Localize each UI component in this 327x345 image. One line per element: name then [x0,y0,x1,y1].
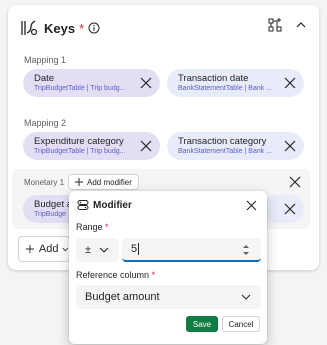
mapping-1-left-pill[interactable]: Date TripBudgetTable | Trip budg... [23,69,160,97]
remove-icon[interactable] [283,202,297,216]
add-key-icon[interactable] [267,17,283,33]
plus-icon [75,178,83,186]
modifier-header: Modifier [77,199,132,211]
modifier-popover: Modifier Range * ± 5 Reference column * … [69,191,267,344]
add-modifier-button[interactable]: Add modifier [68,174,139,190]
pill-column-name: Expenditure category [34,136,124,147]
reference-column-label: Reference column * [76,270,155,280]
mapping-2-right-pill[interactable]: Transaction category BankStatementTable … [167,132,304,160]
mapping-2-left-pill[interactable]: Expenditure category TripBudgetTable | T… [23,132,160,160]
sign-value: ± [85,244,92,256]
close-icon[interactable] [245,199,258,212]
required-asterisk: * [79,20,85,36]
required-asterisk: * [151,270,156,280]
add-button-label: Add [38,243,59,255]
range-value-input[interactable]: 5 [122,238,261,262]
keys-icon [21,20,38,36]
reference-column-dropdown[interactable]: Budget amount [76,285,261,309]
modifier-icon [77,200,89,210]
header-actions [267,17,307,33]
chevron-down-icon [99,247,109,253]
save-button[interactable]: Save [186,316,218,332]
remove-icon[interactable] [139,76,153,90]
text-cursor [138,243,140,255]
spin-button-icon[interactable] [242,243,250,257]
add-button[interactable]: Add [18,236,70,262]
remove-icon[interactable] [283,76,297,90]
mapping-2-label: Mapping 2 [24,118,67,128]
remove-icon[interactable] [283,139,297,153]
pill-column-name: Transaction date [178,73,249,84]
sign-dropdown[interactable]: ± [76,238,119,262]
pill-column-source: TripBudgetTable | Trip budg... [34,148,126,155]
remove-icon[interactable] [139,139,153,153]
plus-icon [25,244,35,254]
monetary-1-label: Monetary 1 [24,178,65,187]
chevron-down-icon [241,294,251,300]
monetary-1-right-pill[interactable] [262,195,304,223]
range-value: 5 [131,243,138,255]
info-icon[interactable] [88,22,100,34]
pill-column-source: BankStatementTable | Bank ... [178,85,273,92]
keys-header: Keys * [20,17,100,39]
pill-column-source: TripBudgetTable | Trip budg... [34,85,126,92]
add-modifier-label: Add modifier [87,177,132,187]
pill-column-source: BankStatementTable | Bank ... [178,148,273,155]
range-label: Range * [76,222,109,232]
mapping-1-right-pill[interactable]: Transaction date BankStatementTable | Ba… [167,69,304,97]
remove-monetary-icon[interactable] [288,175,302,189]
pill-column-name: Date [34,73,55,84]
pill-column-name: Transaction category [178,136,267,147]
range-label-text: Range [76,222,103,232]
reference-column-value: Budget amount [85,291,160,303]
chevron-up-icon[interactable] [295,19,307,31]
modifier-title: Modifier [93,199,132,211]
mapping-1-label: Mapping 1 [24,55,67,65]
reference-column-label-text: Reference column [76,270,150,280]
cancel-button[interactable]: Cancel [222,316,260,332]
keys-title: Keys [44,20,76,36]
required-asterisk: * [105,222,109,232]
